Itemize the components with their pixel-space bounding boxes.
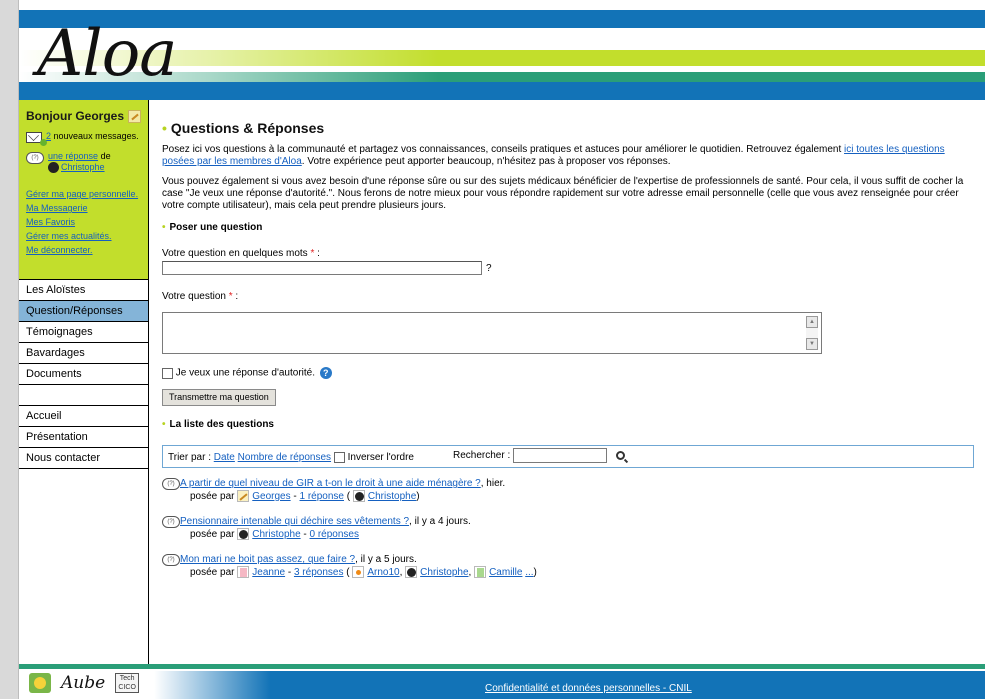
nav-item-questions[interactable]: Question/Réponses <box>19 301 148 322</box>
question-icon: (?) <box>162 478 180 490</box>
mail-icon <box>26 132 47 146</box>
responder-link[interactable]: Christophe <box>368 491 416 502</box>
question-icon: (?) <box>162 516 180 528</box>
scroll-up-icon[interactable]: ▲ <box>806 316 818 328</box>
avatar <box>474 566 487 579</box>
scroll-down-icon[interactable]: ▼ <box>806 338 818 350</box>
edit-icon[interactable] <box>128 109 142 123</box>
nav-item-bavardages[interactable]: Bavardages <box>19 343 148 364</box>
responder-link[interactable]: Camille <box>489 567 522 578</box>
authority-paragraph: Vous pouvez également si vous avez besoi… <box>162 176 964 211</box>
messages-count-link[interactable]: 2 <box>46 131 51 141</box>
replies-link[interactable]: 0 réponses <box>310 529 359 540</box>
nav-item-presentation[interactable]: Présentation <box>19 427 148 448</box>
required-star: * <box>310 248 315 259</box>
help-icon[interactable]: ? <box>319 367 332 379</box>
browser-scrollbar[interactable] <box>0 0 19 699</box>
responder-link[interactable]: Christophe <box>420 567 468 578</box>
list-item: (?) A partir de quel niveau de GIR a t-o… <box>162 477 974 503</box>
question-icon: (?) <box>162 554 180 566</box>
link-logout[interactable]: Me déconnecter. <box>26 243 148 257</box>
submit-question-button[interactable]: Transmettre ma question <box>162 389 276 406</box>
author-link[interactable]: Christophe <box>252 529 300 540</box>
link-manage-page[interactable]: Gérer ma page personnelle. <box>26 187 148 201</box>
required-star: * <box>228 291 233 302</box>
main-content: • Questions & Réponses Posez ici vos ques… <box>162 100 974 579</box>
user-links: Gérer ma page personnelle. Ma Messagerie… <box>26 187 148 257</box>
nav-item-documents[interactable]: Documents <box>19 364 148 385</box>
replies-link[interactable]: 3 réponses <box>294 567 343 578</box>
question-title-link[interactable]: A partir de quel niveau de GIR a t-on le… <box>180 478 481 489</box>
reply-author-link[interactable]: Christophe <box>61 162 105 172</box>
partner-logos: Aube Tech CICO <box>29 673 140 693</box>
nav-item-aloistes[interactable]: Les Aloïstes <box>19 280 148 301</box>
reply-notification: (?) une réponse de Christophe <box>26 151 148 174</box>
responder-link[interactable]: Arno10 <box>367 567 399 578</box>
author-link[interactable]: Georges <box>252 491 290 502</box>
avatar <box>237 528 250 541</box>
search-input[interactable] <box>513 448 608 463</box>
author-link[interactable]: Jeanne <box>252 567 285 578</box>
site-header: Aloa <box>19 10 985 100</box>
help-mark[interactable]: ? <box>486 263 492 274</box>
bullet-icon: • <box>162 222 166 233</box>
avatar <box>352 490 365 503</box>
sort-by-count-link[interactable]: Nombre de réponses <box>238 452 331 463</box>
sort-by-date-link[interactable]: Date <box>214 452 235 463</box>
list-item: (?) Pensionnaire intenable qui déchire s… <box>162 515 974 541</box>
link-manage-news[interactable]: Gérer mes actualités. <box>26 229 148 243</box>
textarea-scrollbar[interactable]: ▲ ▼ <box>806 316 818 350</box>
authority-checkbox[interactable] <box>162 367 173 379</box>
aube-logo[interactable]: Aube <box>61 673 105 693</box>
nav-item-accueil[interactable]: Accueil <box>19 406 148 427</box>
bullet-icon: • <box>162 120 167 136</box>
search-label: Rechercher : <box>453 450 511 462</box>
site-footer: Aube Tech CICO Confidentialité et donnée… <box>19 664 985 699</box>
long-question-label: Votre question <box>162 291 226 302</box>
main-nav: Les Aloïstes Question/Réponses Témoignag… <box>19 279 148 469</box>
link-favorites[interactable]: Mes Favoris <box>26 215 148 229</box>
user-panel: Bonjour Georges 2 nouveaux messages. (?)… <box>19 100 148 279</box>
site-logo[interactable]: Aloa <box>37 12 177 96</box>
nav-spacer <box>19 385 148 406</box>
search-box: Rechercher : <box>453 448 625 463</box>
search-icon[interactable] <box>615 451 625 460</box>
short-question-label: Votre question en quelques mots <box>162 248 308 259</box>
question-title-link[interactable]: Mon mari ne boit pas assez, que faire ? <box>180 554 355 565</box>
more-responders-link[interactable]: ... <box>525 567 533 578</box>
nav-item-contact[interactable]: Nous contacter <box>19 448 148 469</box>
ask-heading: Poser une question <box>169 222 263 233</box>
avatar <box>405 566 418 579</box>
avatar <box>237 566 250 579</box>
nav-item-temoignages[interactable]: Témoignages <box>19 322 148 343</box>
speech-bubble-icon: (?) <box>26 152 44 164</box>
messages-notification: 2 nouveaux messages. <box>26 131 148 146</box>
avatar <box>237 490 250 503</box>
intro-paragraph: Posez ici vos questions à la communauté … <box>162 144 945 167</box>
list-heading: La liste des questions <box>169 419 274 430</box>
avatar <box>48 162 59 174</box>
sort-label: Trier par : <box>168 452 211 464</box>
reverse-order-label: Inverser l'ordre <box>347 452 414 464</box>
link-messaging[interactable]: Ma Messagerie <box>26 201 148 215</box>
reply-link[interactable]: une réponse <box>48 151 98 161</box>
avatar <box>352 566 365 579</box>
rpm-logo-icon[interactable] <box>29 673 51 693</box>
page: Aloa Bonjour Georges 2 nouveaux messages… <box>19 10 985 699</box>
greeting: Bonjour Georges <box>26 109 125 123</box>
page-title: Questions & Réponses <box>170 120 325 136</box>
short-question-input[interactable] <box>162 261 482 275</box>
question-title-link[interactable]: Pensionnaire intenable qui déchire ses v… <box>180 516 409 527</box>
authority-label: Je veux une réponse d'autorité. <box>175 367 316 379</box>
question-list: (?) A partir de quel niveau de GIR a t-o… <box>162 477 974 579</box>
long-question-textarea[interactable]: ▲ ▼ <box>162 312 822 354</box>
tech-cico-logo[interactable]: Tech CICO <box>115 673 140 693</box>
filter-bar: Trier par : Date Nombre de réponses Inve… <box>162 445 974 468</box>
replies-link[interactable]: 1 réponse <box>300 491 344 502</box>
privacy-link[interactable]: Confidentialité et données personnelles … <box>485 683 692 694</box>
sidebar: Bonjour Georges 2 nouveaux messages. (?)… <box>19 100 149 667</box>
list-item: (?) Mon mari ne boit pas assez, que fair… <box>162 553 974 579</box>
reverse-order-checkbox[interactable] <box>333 452 345 463</box>
bullet-icon: • <box>162 419 166 430</box>
